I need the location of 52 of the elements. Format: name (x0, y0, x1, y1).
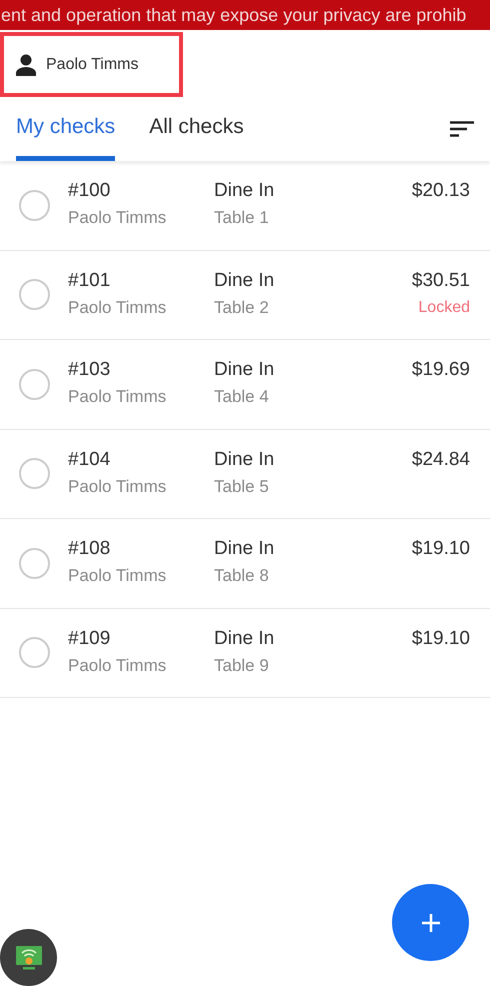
check-row[interactable]: #109 Paolo Timms Dine In Table 9 $19.10 (0, 608, 490, 698)
check-number: #108 (68, 537, 112, 562)
order-type: Dine In (214, 626, 276, 651)
order-type: Dine In (214, 448, 276, 472)
check-amount: $19.10 (412, 626, 470, 651)
radio-button[interactable] (19, 279, 50, 310)
check-number: #104 (68, 448, 112, 472)
server-name: Paolo Timms (68, 296, 168, 319)
radio-button[interactable] (19, 190, 50, 221)
check-number: #103 (68, 358, 112, 382)
locked-status: Locked (417, 298, 470, 318)
check-number: #109 (68, 626, 112, 651)
table-name: Table 8 (214, 565, 270, 588)
cast-icon (14, 944, 42, 970)
check-row[interactable]: #108 Paolo Timms Dine In Table 8 $19.10 (0, 519, 490, 608)
table-name: Table 2 (214, 296, 270, 319)
user-chip[interactable]: Paolo Timms (0, 32, 183, 97)
check-amount: $19.69 (412, 358, 470, 382)
check-number: #100 (68, 179, 112, 204)
radio-button[interactable] (19, 458, 50, 490)
server-name: Paolo Timms (68, 386, 168, 408)
check-number: #101 (68, 268, 112, 293)
server-name: Paolo Timms (68, 654, 168, 677)
table-name: Table 5 (214, 476, 270, 498)
check-row[interactable]: #104 Paolo Timms Dine In Table 5 $24.84 (0, 430, 490, 519)
order-type: Dine In (214, 358, 276, 382)
radio-button[interactable] (19, 637, 50, 668)
person-icon (16, 54, 36, 76)
table-name: Table 1 (214, 207, 270, 230)
tab[interactable]: All checks (149, 97, 244, 161)
check-row[interactable]: #103 Paolo Timms Dine In Table 4 $19.69 (0, 340, 490, 430)
check-row[interactable]: #100 Paolo Timms Dine In Table 1 $20.13 (0, 161, 490, 250)
check-amount: $20.13 (412, 179, 470, 204)
radio-button[interactable] (19, 368, 50, 400)
server-name: Paolo Timms (68, 476, 168, 498)
privacy-banner-text: ent and operation that may expose your privacy are prohib (0, 4, 466, 27)
sort-icon[interactable] (450, 121, 474, 137)
check-row[interactable]: #101 Paolo Timms Dine In Table 2 $30.51 Locked (0, 250, 490, 340)
server-name: Paolo Timms (68, 207, 168, 230)
table-name: Table 4 (214, 386, 270, 408)
check-amount: $30.51 (412, 268, 470, 293)
radio-button[interactable] (19, 548, 50, 579)
check-amount: $19.10 (412, 537, 470, 562)
server-name: Paolo Timms (68, 565, 168, 588)
order-type: Dine In (214, 179, 276, 204)
check-amount: $24.84 (412, 448, 470, 472)
user-name: Paolo Timms (46, 54, 138, 74)
table-name: Table 9 (214, 654, 270, 677)
order-type: Dine In (214, 268, 276, 293)
tab[interactable]: My checks (16, 97, 116, 161)
plus-icon (422, 914, 440, 932)
order-type: Dine In (214, 537, 276, 562)
